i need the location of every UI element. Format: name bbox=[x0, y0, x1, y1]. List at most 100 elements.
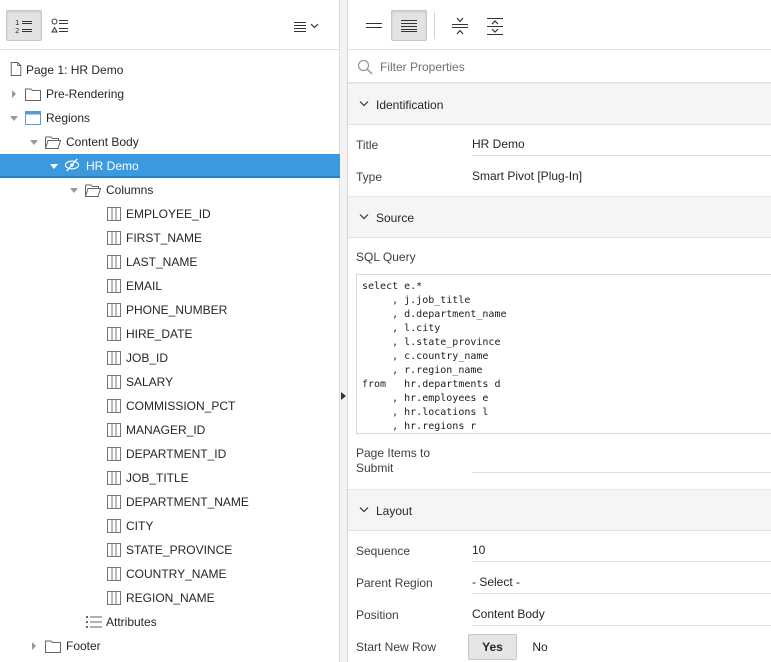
column-icon bbox=[107, 279, 121, 293]
tree-node-label: DEPARTMENT_NAME bbox=[126, 495, 249, 509]
filter-properties[interactable]: Filter Properties bbox=[348, 51, 771, 83]
tree-node-columns[interactable]: Columns bbox=[0, 178, 340, 202]
tree-node-label: FIRST_NAME bbox=[126, 231, 203, 245]
parent-region-select[interactable]: - Select - bbox=[472, 570, 771, 594]
property-label: Title bbox=[356, 138, 379, 152]
tree-node-label: EMPLOYEE_ID bbox=[126, 207, 211, 221]
no-button[interactable]: No bbox=[517, 634, 563, 660]
filter-input[interactable]: Filter Properties bbox=[380, 60, 465, 74]
tree-node-label: CITY bbox=[126, 519, 154, 533]
column-icon bbox=[107, 399, 121, 413]
search-icon bbox=[357, 59, 373, 75]
chevron-down-icon bbox=[359, 214, 369, 220]
tree-node-column[interactable]: EMAIL bbox=[0, 274, 340, 298]
tree-node-label: JOB_TITLE bbox=[126, 471, 189, 485]
group-title: Layout bbox=[376, 504, 413, 518]
view-by-type-button[interactable] bbox=[42, 10, 78, 41]
open-folder-icon bbox=[85, 184, 101, 197]
property-label: Type bbox=[356, 170, 383, 184]
column-icon bbox=[107, 591, 121, 605]
show-all-button[interactable] bbox=[391, 10, 427, 41]
collapse-all-button[interactable] bbox=[442, 10, 478, 41]
tree-node-column[interactable]: MANAGER_ID bbox=[0, 418, 340, 442]
column-icon bbox=[107, 327, 121, 341]
column-icon bbox=[107, 519, 121, 533]
page-icon bbox=[10, 62, 22, 76]
tree-node-column[interactable]: REGION_NAME bbox=[0, 586, 340, 610]
tree-node-column[interactable]: FIRST_NAME bbox=[0, 226, 340, 250]
sql-query-editor[interactable]: select e.* , j.job_title , d.department_… bbox=[356, 274, 771, 434]
tree-menu-button[interactable] bbox=[286, 10, 326, 41]
tree-node-column[interactable]: PHONE_NUMBER bbox=[0, 298, 340, 322]
tree-node-pre-rendering[interactable]: Pre-Rendering bbox=[0, 82, 340, 106]
plugin-region-icon bbox=[64, 158, 80, 172]
pane-splitter[interactable] bbox=[340, 0, 348, 662]
sequence-field[interactable]: 10 bbox=[472, 538, 771, 562]
column-icon bbox=[107, 495, 121, 509]
title-field[interactable]: HR Demo bbox=[472, 132, 771, 156]
tree-node-column[interactable]: COUNTRY_NAME bbox=[0, 562, 340, 586]
position-field[interactable]: Content Body bbox=[472, 602, 771, 626]
tree-node-label: COUNTRY_NAME bbox=[126, 567, 227, 581]
expand-arrow-icon[interactable] bbox=[30, 642, 38, 650]
collapse-arrow-icon[interactable] bbox=[50, 162, 58, 170]
collapse-arrow-icon[interactable] bbox=[10, 114, 18, 122]
chevron-down-icon bbox=[359, 507, 369, 513]
sql-query-text[interactable]: select e.* , j.job_title , d.department_… bbox=[362, 280, 771, 433]
column-icon bbox=[107, 303, 121, 317]
tree-node-column[interactable]: COMMISSION_PCT bbox=[0, 394, 340, 418]
toolbar-separator bbox=[434, 12, 435, 39]
yes-button[interactable]: Yes bbox=[468, 634, 517, 660]
tree-node-regions[interactable]: Regions bbox=[0, 106, 340, 130]
tree-node-label: SALARY bbox=[126, 375, 174, 389]
tree-node-label: Content Body bbox=[66, 135, 139, 149]
tree-node-column[interactable]: DEPARTMENT_NAME bbox=[0, 490, 340, 514]
tree-node-column[interactable]: LAST_NAME bbox=[0, 250, 340, 274]
show-common-button[interactable] bbox=[356, 10, 392, 41]
group-title: Source bbox=[376, 211, 415, 225]
tree-node-column[interactable]: DEPARTMENT_ID bbox=[0, 442, 340, 466]
grouped-list-icon bbox=[51, 18, 68, 32]
tree-node-label: Pre-Rendering bbox=[46, 87, 125, 101]
type-field[interactable]: Smart Pivot [Plug-In] bbox=[472, 164, 771, 188]
expand-arrow-icon[interactable] bbox=[10, 90, 18, 98]
tree-node-column[interactable]: EMPLOYEE_ID bbox=[0, 202, 340, 226]
expand-all-button[interactable] bbox=[477, 10, 513, 41]
tree-node-footer[interactable]: Footer bbox=[0, 634, 340, 658]
tree-node-column[interactable]: CITY bbox=[0, 514, 340, 538]
start-new-row-toggle: Yes No bbox=[468, 634, 563, 660]
property-label: Page Items to Submit bbox=[356, 446, 431, 475]
tree-node-attributes[interactable]: Attributes bbox=[0, 610, 340, 634]
group-layout[interactable]: Layout bbox=[348, 489, 771, 531]
column-icon bbox=[107, 255, 121, 269]
page-items-field[interactable] bbox=[472, 449, 771, 473]
collapse-arrow-icon[interactable] bbox=[30, 138, 38, 146]
tree-node-label: Regions bbox=[46, 111, 91, 125]
tree-node-label: HR Demo bbox=[86, 159, 139, 173]
many-lines-icon bbox=[401, 19, 417, 32]
property-label: SQL Query bbox=[356, 250, 416, 264]
tree-node-column[interactable]: SALARY bbox=[0, 370, 340, 394]
tree-node-column[interactable]: JOB_ID bbox=[0, 346, 340, 370]
tree-node-label: LAST_NAME bbox=[126, 255, 198, 269]
tree-node-label: REGION_NAME bbox=[126, 591, 215, 605]
column-icon bbox=[107, 231, 121, 245]
folder-icon bbox=[25, 88, 41, 101]
property-label: Sequence bbox=[356, 544, 411, 558]
tree-node-hr-demo[interactable]: HR Demo bbox=[0, 154, 340, 178]
collapse-arrow-icon[interactable] bbox=[70, 186, 78, 194]
group-source[interactable]: Source bbox=[348, 196, 771, 238]
tree-node-page[interactable]: Page 1: HR Demo bbox=[0, 58, 340, 82]
view-by-order-button[interactable]: 1 2 bbox=[6, 10, 42, 41]
rendering-tree: Page 1: HR Demo Pre-Rendering Regions Co… bbox=[0, 58, 340, 658]
tree-node-label: JOB_ID bbox=[126, 351, 169, 365]
property-toolbar bbox=[348, 0, 771, 50]
svg-text:2: 2 bbox=[15, 27, 19, 34]
group-identification[interactable]: Identification bbox=[348, 83, 771, 125]
tree-node-content-body[interactable]: Content Body bbox=[0, 130, 340, 154]
tree-node-column[interactable]: STATE_PROVINCE bbox=[0, 538, 340, 562]
collapse-triangle-icon[interactable] bbox=[341, 392, 346, 400]
tree-node-column[interactable]: JOB_TITLE bbox=[0, 466, 340, 490]
property-label: Position bbox=[356, 608, 399, 622]
tree-node-column[interactable]: HIRE_DATE bbox=[0, 322, 340, 346]
